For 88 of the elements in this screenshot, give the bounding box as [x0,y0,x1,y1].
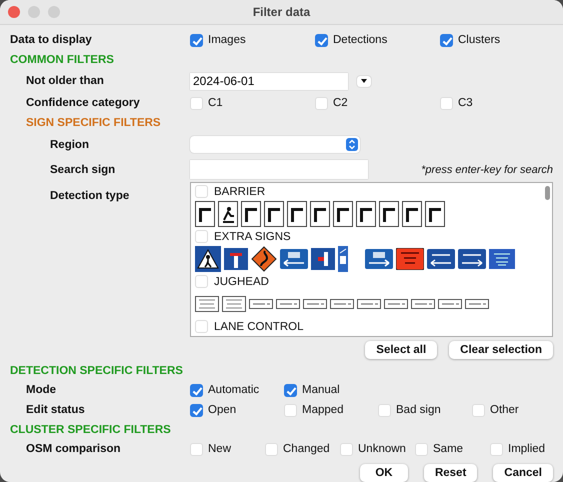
panel-sign-icon[interactable] [195,296,219,312]
panel-sign-icon[interactable] [303,299,327,309]
section-heading: DETECTION SPECIFIC FILTERS [10,364,183,376]
checkbox-label: Detections [333,34,388,46]
checkbox-label: Same [433,443,464,455]
dead-end-sign-icon[interactable] [224,248,248,270]
panel-sign-icon[interactable] [438,299,462,309]
checkbox[interactable] [284,384,297,396]
checkbox-label: Unknown [358,443,406,455]
panel-sign-icon[interactable] [276,299,300,309]
field-label: Region [50,138,89,150]
checkbox[interactable] [190,34,203,46]
checkbox-label: Clusters [458,34,500,46]
barrier-sign-icon[interactable] [310,201,330,227]
checkbox-label: New [208,443,232,455]
barrier-sign-icon[interactable] [241,201,261,227]
list-item[interactable]: EXTRA SIGNS [214,230,291,242]
checkbox-label: C3 [458,97,473,109]
barrier-sign-icon[interactable] [195,201,215,227]
barrier-sign-icon[interactable] [379,201,399,227]
checkbox[interactable] [440,34,453,46]
scrollbar-thumb[interactable] [545,186,550,200]
dropdown-button[interactable] [357,76,371,86]
field-label: Detection type [50,190,130,202]
panel-sign-icon[interactable] [357,299,381,309]
side-road-sign-icon[interactable] [311,248,335,270]
sign-type-list[interactable]: BARRIER EXTRA SIGNS JUGHEAD LANE CONTROL [190,182,553,337]
window-title: Filter data [252,5,310,19]
field-label: Mode [26,384,56,396]
barrier-sign-icon[interactable] [425,201,445,227]
pedestrian-sign-icon[interactable] [195,246,221,272]
checkbox-label: Mapped [302,404,344,416]
field-label: Edit status [26,404,85,416]
checkbox-label: Images [208,34,246,46]
list-button[interactable]: Clear selection [449,341,553,359]
field-label: OSM comparison [26,443,121,455]
section-heading: COMMON FILTERS [10,54,114,66]
barrier-sign-icon[interactable] [333,201,353,227]
barrier-sign-icon[interactable] [287,201,307,227]
checkbox-label: Implied [508,443,546,455]
checkbox-label: Changed [283,443,330,455]
way-out-sign-icon[interactable] [458,249,486,269]
dialog-button[interactable]: OK [360,464,408,482]
list-item[interactable]: BARRIER [214,186,266,198]
dialog-button[interactable]: Cancel [493,464,553,482]
section-heading: SIGN SPECIFIC FILTERS [26,116,161,128]
checkbox-label: Automatic [208,384,260,396]
panel-sign-icon[interactable] [411,299,435,309]
checkbox-label: C2 [333,97,348,109]
section-heading: CLUSTER SPECIFIC FILTERS [10,424,171,436]
panel-sign-icon[interactable] [330,299,354,309]
date-field[interactable]: 2024-06-01 [190,72,348,90]
panel-sign-icon[interactable] [384,299,408,309]
region-dropdown[interactable] [190,136,360,153]
barrier-sign-icon[interactable] [402,201,422,227]
bus-sign-icon[interactable] [338,246,348,272]
panel-sign-icon[interactable] [249,299,273,309]
barrier-sign-icon[interactable] [264,201,284,227]
checkbox[interactable] [190,384,203,396]
search-field[interactable] [190,160,368,179]
field-label: Confidence category [26,97,140,109]
dialog-button[interactable]: Reset [424,464,478,482]
exit-sign-icon[interactable] [365,249,393,269]
panel-sign-icon[interactable] [465,299,489,309]
list-item[interactable]: LANE CONTROL [214,320,304,332]
barrier-sign-icon[interactable] [356,201,376,227]
close-button[interactable] [8,6,20,18]
curve-sign-icon[interactable] [251,246,277,272]
warning-panel-sign-icon[interactable] [396,248,424,270]
field-label: Not older than [26,75,104,87]
info-panel-sign-icon[interactable] [489,249,515,269]
field-label: Search sign [50,164,116,176]
up-down-arrows-icon[interactable] [346,138,358,151]
hint-text: *press enter-key for search [421,164,553,176]
checkbox[interactable] [190,404,203,416]
exit-sign-icon[interactable] [280,249,308,269]
checkbox-label: Bad sign [396,404,441,416]
checkbox-label: Open [208,404,236,416]
checkbox[interactable] [315,34,328,46]
checkbox-label: Manual [302,384,340,396]
list-button[interactable]: Select all [365,341,438,359]
list-item[interactable]: JUGHEAD [214,276,269,288]
field-label: Data to display [10,34,92,46]
panel-sign-icon[interactable] [222,296,246,312]
checkbox-label: C1 [208,97,223,109]
checkbox-label: Other [490,404,519,416]
way-out-sign-icon[interactable] [427,249,455,269]
worker-sign-icon[interactable] [218,201,238,227]
